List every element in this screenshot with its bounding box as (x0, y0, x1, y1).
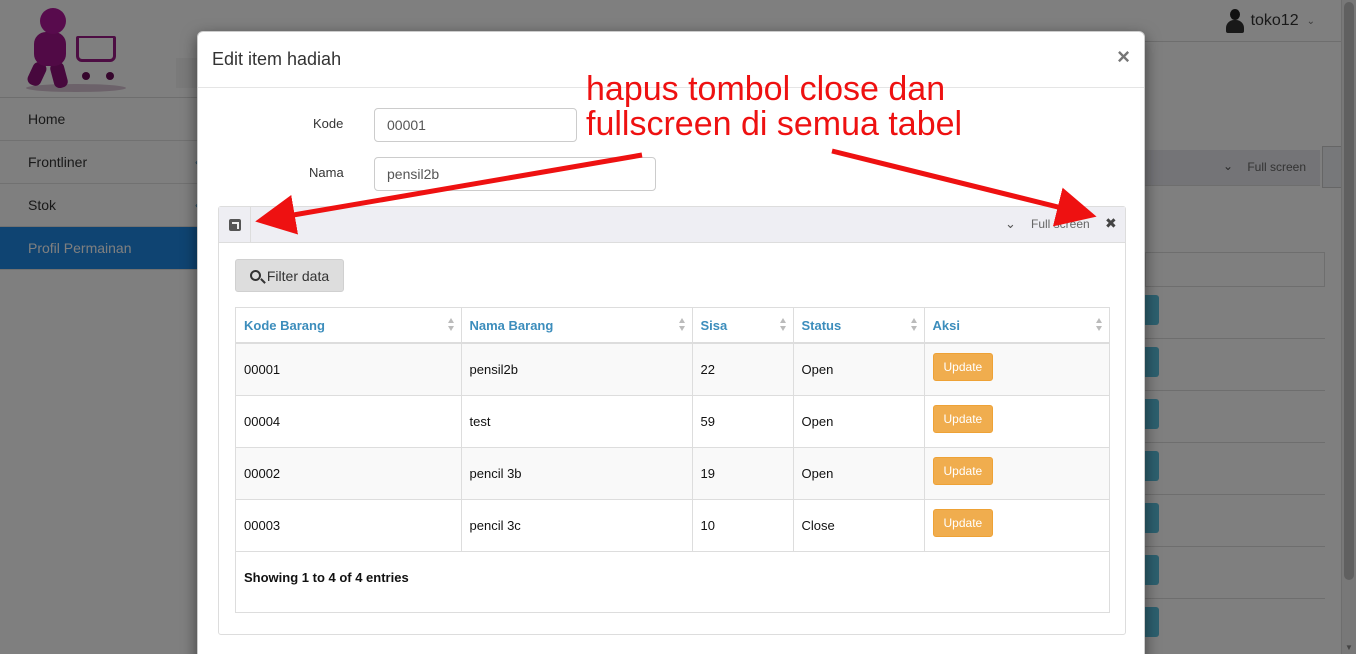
cell-aksi: Update (924, 395, 1109, 448)
cell-status: Open (793, 395, 925, 448)
cell-kode: 00001 (236, 343, 462, 396)
expand-icon[interactable] (219, 207, 251, 242)
cell-sisa: 22 (692, 343, 794, 396)
kode-label: Kode (313, 116, 344, 131)
cell-aksi: Update (924, 447, 1109, 500)
cell-kode: 00002 (236, 447, 462, 500)
column-header-aksi[interactable]: Aksi (924, 308, 1109, 344)
cell-nama: pencil 3b (461, 447, 693, 500)
annotation-line-1: hapus tombol close dan (586, 70, 946, 108)
nama-input[interactable] (374, 157, 656, 191)
sort-icon (678, 318, 686, 332)
fullscreen-button[interactable]: Full screen (1031, 217, 1090, 231)
cell-nama: pencil 3c (461, 499, 693, 552)
items-table: Kode Barang Nama Barang Sisa Status Aksi… (235, 307, 1110, 613)
sort-icon (779, 318, 787, 332)
modal-close-button[interactable]: × (1117, 44, 1130, 70)
table-row: 00003 pencil 3c 10 Close Update (236, 499, 1109, 552)
chevron-down-icon[interactable]: ⌄ (1005, 216, 1016, 232)
table-row: 00004 test 59 Open Update (236, 395, 1109, 448)
annotation-line-2: fullscreen di semua tabel (586, 105, 963, 143)
column-header-sisa[interactable]: Sisa (692, 308, 794, 344)
cell-nama: test (461, 395, 693, 448)
cell-kode: 00003 (236, 499, 462, 552)
table-header-row: Kode Barang Nama Barang Sisa Status Aksi (236, 308, 1109, 344)
cell-sisa: 10 (692, 499, 794, 552)
update-button[interactable]: Update (932, 509, 994, 537)
cell-aksi: Update (924, 499, 1109, 552)
column-header-nama-barang[interactable]: Nama Barang (461, 308, 693, 344)
sort-icon (447, 318, 455, 332)
column-header-kode-barang[interactable]: Kode Barang (236, 308, 462, 344)
cell-aksi: Update (924, 343, 1109, 396)
nama-label: Nama (309, 165, 344, 180)
modal-title: Edit item hadiah (212, 49, 342, 69)
table-info: Showing 1 to 4 of 4 entries (244, 570, 409, 585)
sort-icon (910, 318, 918, 332)
cell-status: Open (793, 447, 925, 500)
kode-input[interactable] (374, 108, 577, 142)
cell-status: Close (793, 499, 925, 552)
update-button[interactable]: Update (932, 457, 994, 485)
update-button[interactable]: Update (932, 405, 994, 433)
update-button[interactable]: Update (932, 353, 994, 382)
panel-close-icon[interactable]: ✖ (1105, 215, 1117, 232)
cell-sisa: 59 (692, 395, 794, 448)
filter-data-label: Filter data (266, 267, 330, 284)
table-row: 00001 pensil2b 22 Open Update (236, 343, 1109, 396)
panel-toolbar: ⌄ Full screen ✖ (219, 207, 1125, 243)
cell-status: Open (793, 343, 925, 396)
cell-nama: pensil2b (461, 343, 693, 396)
item-table-panel: ⌄ Full screen ✖ Filter data Kode Barang … (218, 206, 1126, 635)
column-header-status[interactable]: Status (793, 308, 925, 344)
search-icon (249, 270, 261, 281)
cell-sisa: 19 (692, 447, 794, 500)
cell-kode: 00004 (236, 395, 462, 448)
sort-icon (1096, 318, 1103, 332)
annotation-text: hapus tombol close dan fullscreen di sem… (586, 72, 962, 142)
filter-data-button[interactable]: Filter data (235, 259, 344, 292)
table-row: 00002 pencil 3b 19 Open Update (236, 447, 1109, 500)
